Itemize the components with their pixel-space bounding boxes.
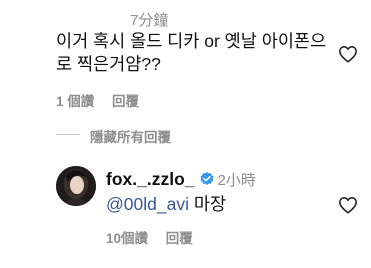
divider-line bbox=[56, 134, 80, 135]
reply-button[interactable]: 回覆 bbox=[166, 231, 193, 246]
heart-icon[interactable] bbox=[338, 196, 358, 214]
verified-badge-icon bbox=[199, 171, 215, 192]
reply-meta: 10個讚 回覆 bbox=[106, 227, 207, 247]
reply-message: 마장 bbox=[193, 194, 227, 214]
avatar[interactable] bbox=[56, 166, 96, 206]
comment-meta: 1 個讚 回覆 bbox=[56, 90, 153, 110]
like-count[interactable]: 1 個讚 bbox=[56, 94, 94, 109]
reply-header: fox._.zzlo_ 2小時 bbox=[106, 169, 256, 192]
hide-replies-button[interactable]: 隱藏所有回覆 bbox=[90, 126, 171, 146]
comment-text: 이거 혹시 올드 디카 or 옛날 아이폰으로 찍은거얌?? bbox=[56, 31, 327, 74]
like-count[interactable]: 10個讚 bbox=[106, 231, 148, 246]
comment-timestamp: 7分鐘 bbox=[130, 12, 169, 29]
reply-text: @00ld_avi 마장 bbox=[106, 191, 226, 216]
username[interactable]: fox._.zzlo_ bbox=[106, 169, 195, 189]
reply-button[interactable]: 回覆 bbox=[112, 94, 139, 109]
mention-link[interactable]: @00ld_avi bbox=[106, 194, 189, 214]
reply-timestamp: 2小時 bbox=[217, 172, 256, 189]
heart-icon[interactable] bbox=[338, 45, 358, 63]
